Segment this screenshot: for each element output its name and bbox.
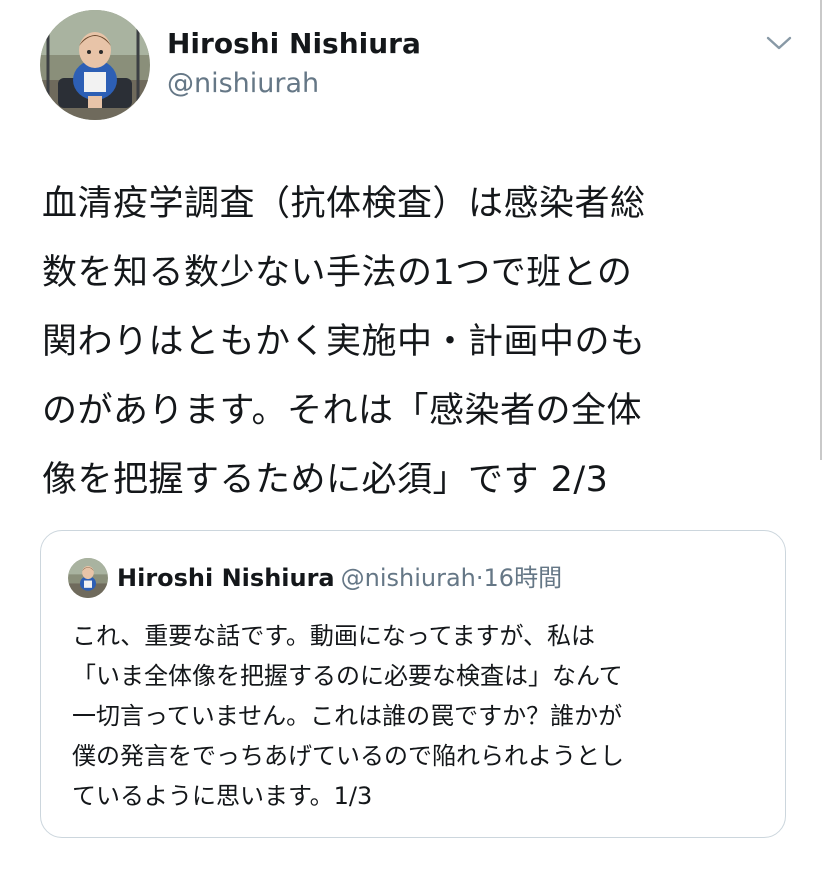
quoted-author-avatar	[68, 558, 108, 598]
quoted-author-display-name: Hiroshi Nishiura	[117, 564, 335, 592]
quoted-text-line: ているように思います。1/3	[72, 782, 373, 810]
author-display-name[interactable]: Hiroshi Nishiura	[167, 26, 421, 62]
tweet-text-line: 数を知る数少ない手法の1つで班との	[42, 253, 633, 293]
quoted-author-handle: @nishiurah	[340, 564, 476, 592]
quoted-text-line: これ、重要な話です。動画になってますが、私は	[72, 622, 595, 650]
quoted-timestamp: 16時間	[483, 564, 563, 592]
author-avatar[interactable]	[40, 10, 150, 120]
chevron-down-icon[interactable]	[764, 28, 794, 58]
quoted-text-line: 「いま全体像を把握するのに必要な検査は」なんて	[72, 662, 623, 690]
quoted-tweet-card[interactable]: Hiroshi Nishiura @nishiurah·16時間 これ、重要な話で…	[40, 530, 786, 838]
avatar-photo	[40, 10, 150, 120]
tweet-text-line: 像を把握するために必須」です 2/3	[42, 460, 609, 500]
tweet-text-line: 関わりはともかく実施中・計画中のも	[42, 322, 646, 362]
quoted-tweet-header: Hiroshi Nishiura @nishiurah·16時間	[117, 558, 562, 598]
tweet-text-line: のがあります。それは「感染者の全体	[42, 391, 643, 431]
quoted-text-line: 一切言っていません。これは誰の罠ですか？誰かが	[72, 702, 623, 730]
quoted-separator: ·	[475, 564, 484, 592]
tweet-text-line: 血清疫学調査（抗体検査）は感染者総	[42, 184, 646, 224]
scroll-indicator	[820, 0, 822, 460]
quoted-tweet-text: これ、重要な話です。動画になってますが、私は 「いま全体像を把握するのに必要な検…	[72, 616, 772, 816]
tweet-text: 血清疫学調査（抗体検査）は感染者総 数を知る数少ない手法の1つで班との 関わりは…	[42, 170, 812, 515]
quoted-text-line: 僕の発言をでっちあげているので陥れられようとし	[72, 742, 624, 770]
author-handle[interactable]: @nishiurah	[167, 66, 319, 102]
